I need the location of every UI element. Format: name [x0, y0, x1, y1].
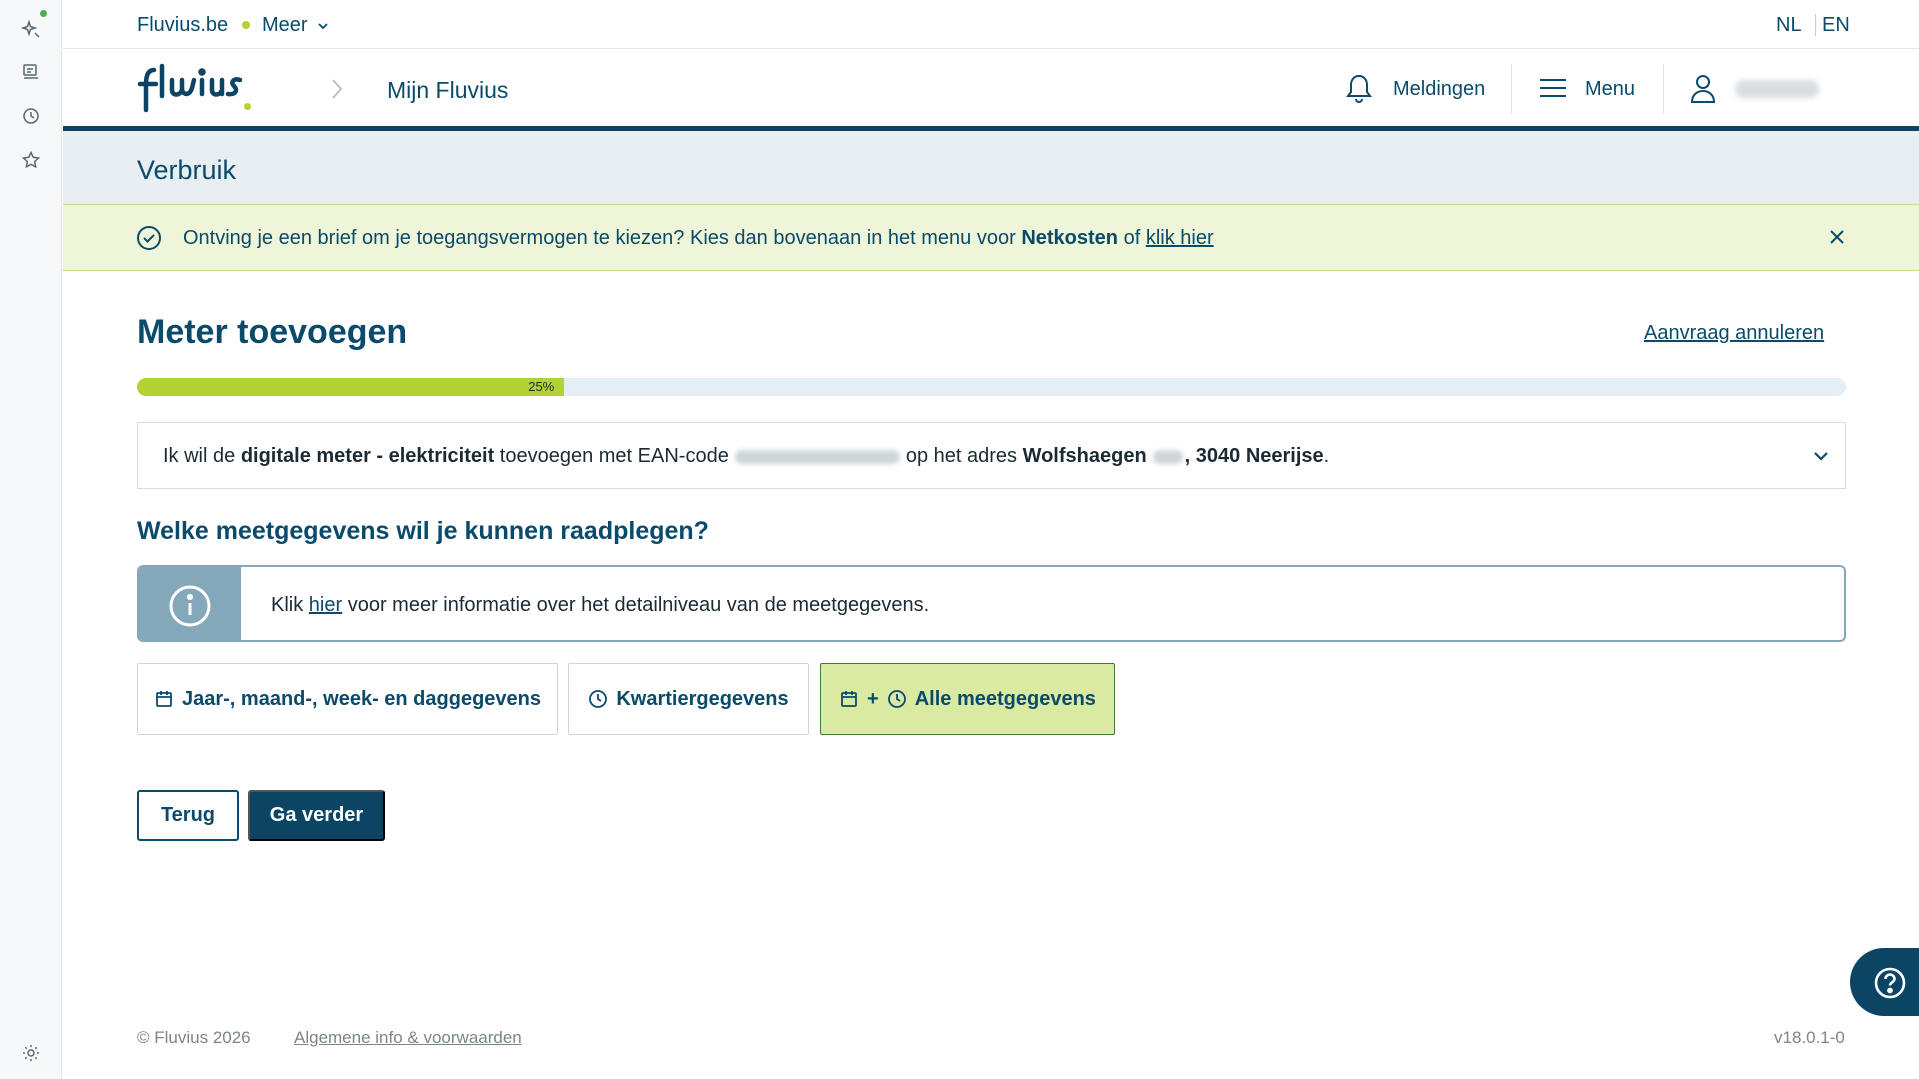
notice-text: Ontving je een brief om je toegangsvermo…: [183, 227, 1214, 250]
info-side: [139, 567, 241, 640]
ean-code-redacted: [734, 449, 900, 464]
more-label: Meer: [262, 14, 308, 36]
header-divider: [1511, 64, 1512, 114]
settings-icon[interactable]: [19, 1041, 43, 1065]
user-icon[interactable]: [1689, 72, 1717, 104]
summary-part: op het adres: [905, 445, 1023, 467]
section-band: Verbruik: [63, 131, 1919, 204]
help-button[interactable]: [1850, 948, 1919, 1016]
main-header: Mijn Fluvius Meldingen Menu: [63, 50, 1919, 131]
chevron-down-icon: [318, 23, 328, 29]
notice-text-part: of: [1118, 227, 1146, 249]
summary-part: Ik wil de: [163, 445, 241, 467]
terms-link[interactable]: Algemene info & voorwaarden: [294, 1028, 522, 1048]
house-number-redacted: [1152, 449, 1183, 464]
sparkle-icon[interactable]: [19, 17, 43, 41]
info-text: Klik hier voor meer informatie over het …: [271, 594, 929, 617]
footer-copyright: © Fluvius 2026: [137, 1028, 251, 1047]
fluvius-be-link[interactable]: Fluvius.be: [137, 14, 228, 37]
summary-text: Ik wil de digitale meter - elektriciteit…: [163, 445, 1329, 468]
progress-fill: 25%: [137, 378, 565, 396]
close-icon[interactable]: [1825, 225, 1849, 249]
summary-part: toevoegen met EAN-code: [494, 445, 729, 467]
notifications-link[interactable]: Meldingen: [1393, 78, 1485, 101]
hamburger-icon: [1540, 79, 1566, 97]
app: Fluvius.be Meer NL EN Mijn Fluvius Meldi…: [63, 0, 1919, 1079]
fluvius-logo[interactable]: [136, 58, 296, 123]
history-icon[interactable]: [19, 104, 43, 128]
browser-sidebar: [0, 0, 62, 1079]
meter-type: digitale meter - elektriciteit: [240, 445, 495, 467]
summary-part: .: [1323, 445, 1330, 467]
option-label: Alle meetgegevens: [914, 687, 1096, 710]
address-city: , 3040 Neerijse: [1184, 445, 1324, 467]
version-label: v18.0.1-0: [1774, 1028, 1845, 1047]
calendar-icon: [841, 691, 857, 707]
option-label: Kwartiergegevens: [616, 687, 789, 710]
request-summary[interactable]: Ik wil de digitale meter - elektriciteit…: [137, 422, 1846, 489]
progress-bar: 25%: [137, 378, 1846, 396]
status-dot: [40, 10, 47, 17]
header-divider: [1663, 64, 1664, 114]
chevron-down-icon[interactable]: [1810, 445, 1832, 467]
breadcrumb-title[interactable]: Mijn Fluvius: [387, 77, 508, 104]
favorites-icon[interactable]: [19, 148, 43, 172]
logo-dot: [244, 103, 251, 110]
check-circle-icon: [137, 226, 161, 250]
plus-sign: +: [867, 687, 879, 710]
bell-icon: [1346, 74, 1372, 103]
option-quarter-data[interactable]: Kwartiergegevens: [568, 663, 809, 735]
info-text-part: voor meer informatie over het detailnive…: [342, 594, 930, 616]
menu-button[interactable]: Menu: [1585, 78, 1635, 101]
address-street: Wolfshaegen: [1022, 445, 1147, 467]
clock-icon: [887, 690, 906, 708]
cancel-request-link[interactable]: Aanvraag annuleren: [1644, 322, 1824, 345]
info-link[interactable]: hier: [309, 594, 342, 616]
chevron-right-icon: [332, 79, 343, 99]
notice-bold: Netkosten: [1021, 227, 1119, 249]
separator-dot: [242, 21, 250, 29]
calendar-icon: [156, 691, 172, 707]
user-name-redacted[interactable]: [1735, 80, 1819, 98]
lang-nl[interactable]: NL: [1776, 14, 1802, 37]
lang-separator: [1815, 14, 1816, 36]
info-icon: [169, 585, 211, 627]
next-button[interactable]: Ga verder: [248, 790, 385, 841]
lang-en[interactable]: EN: [1822, 14, 1850, 37]
utility-bar: Fluvius.be Meer NL EN: [63, 0, 1919, 49]
option-label: Jaar-, maand-, week- en daggegevens: [181, 687, 542, 710]
reading-list-icon[interactable]: [19, 60, 43, 84]
more-menu[interactable]: Meer: [262, 14, 330, 37]
question-circle-icon: [1874, 967, 1906, 999]
question-title: Welke meetgegevens wil je kunnen raadple…: [137, 517, 709, 545]
page-title: Meter toevoegen: [137, 313, 408, 351]
back-button[interactable]: Terug: [137, 790, 239, 841]
info-text-part: Klik: [271, 594, 309, 616]
section-title: Verbruik: [137, 155, 237, 185]
clock-icon: [589, 690, 608, 708]
notice-link[interactable]: klik hier: [1146, 227, 1214, 249]
option-all-data[interactable]: + Alle meetgegevens: [820, 663, 1115, 735]
progress-label: 25%: [528, 379, 555, 394]
notice-banner: Ontving je een brief om je toegangsvermo…: [63, 204, 1919, 271]
notice-text-part: Ontving je een brief om je toegangsvermo…: [183, 227, 1022, 249]
info-box: Klik hier voor meer informatie over het …: [137, 565, 1846, 642]
option-day-data[interactable]: Jaar-, maand-, week- en daggegevens: [137, 663, 558, 735]
